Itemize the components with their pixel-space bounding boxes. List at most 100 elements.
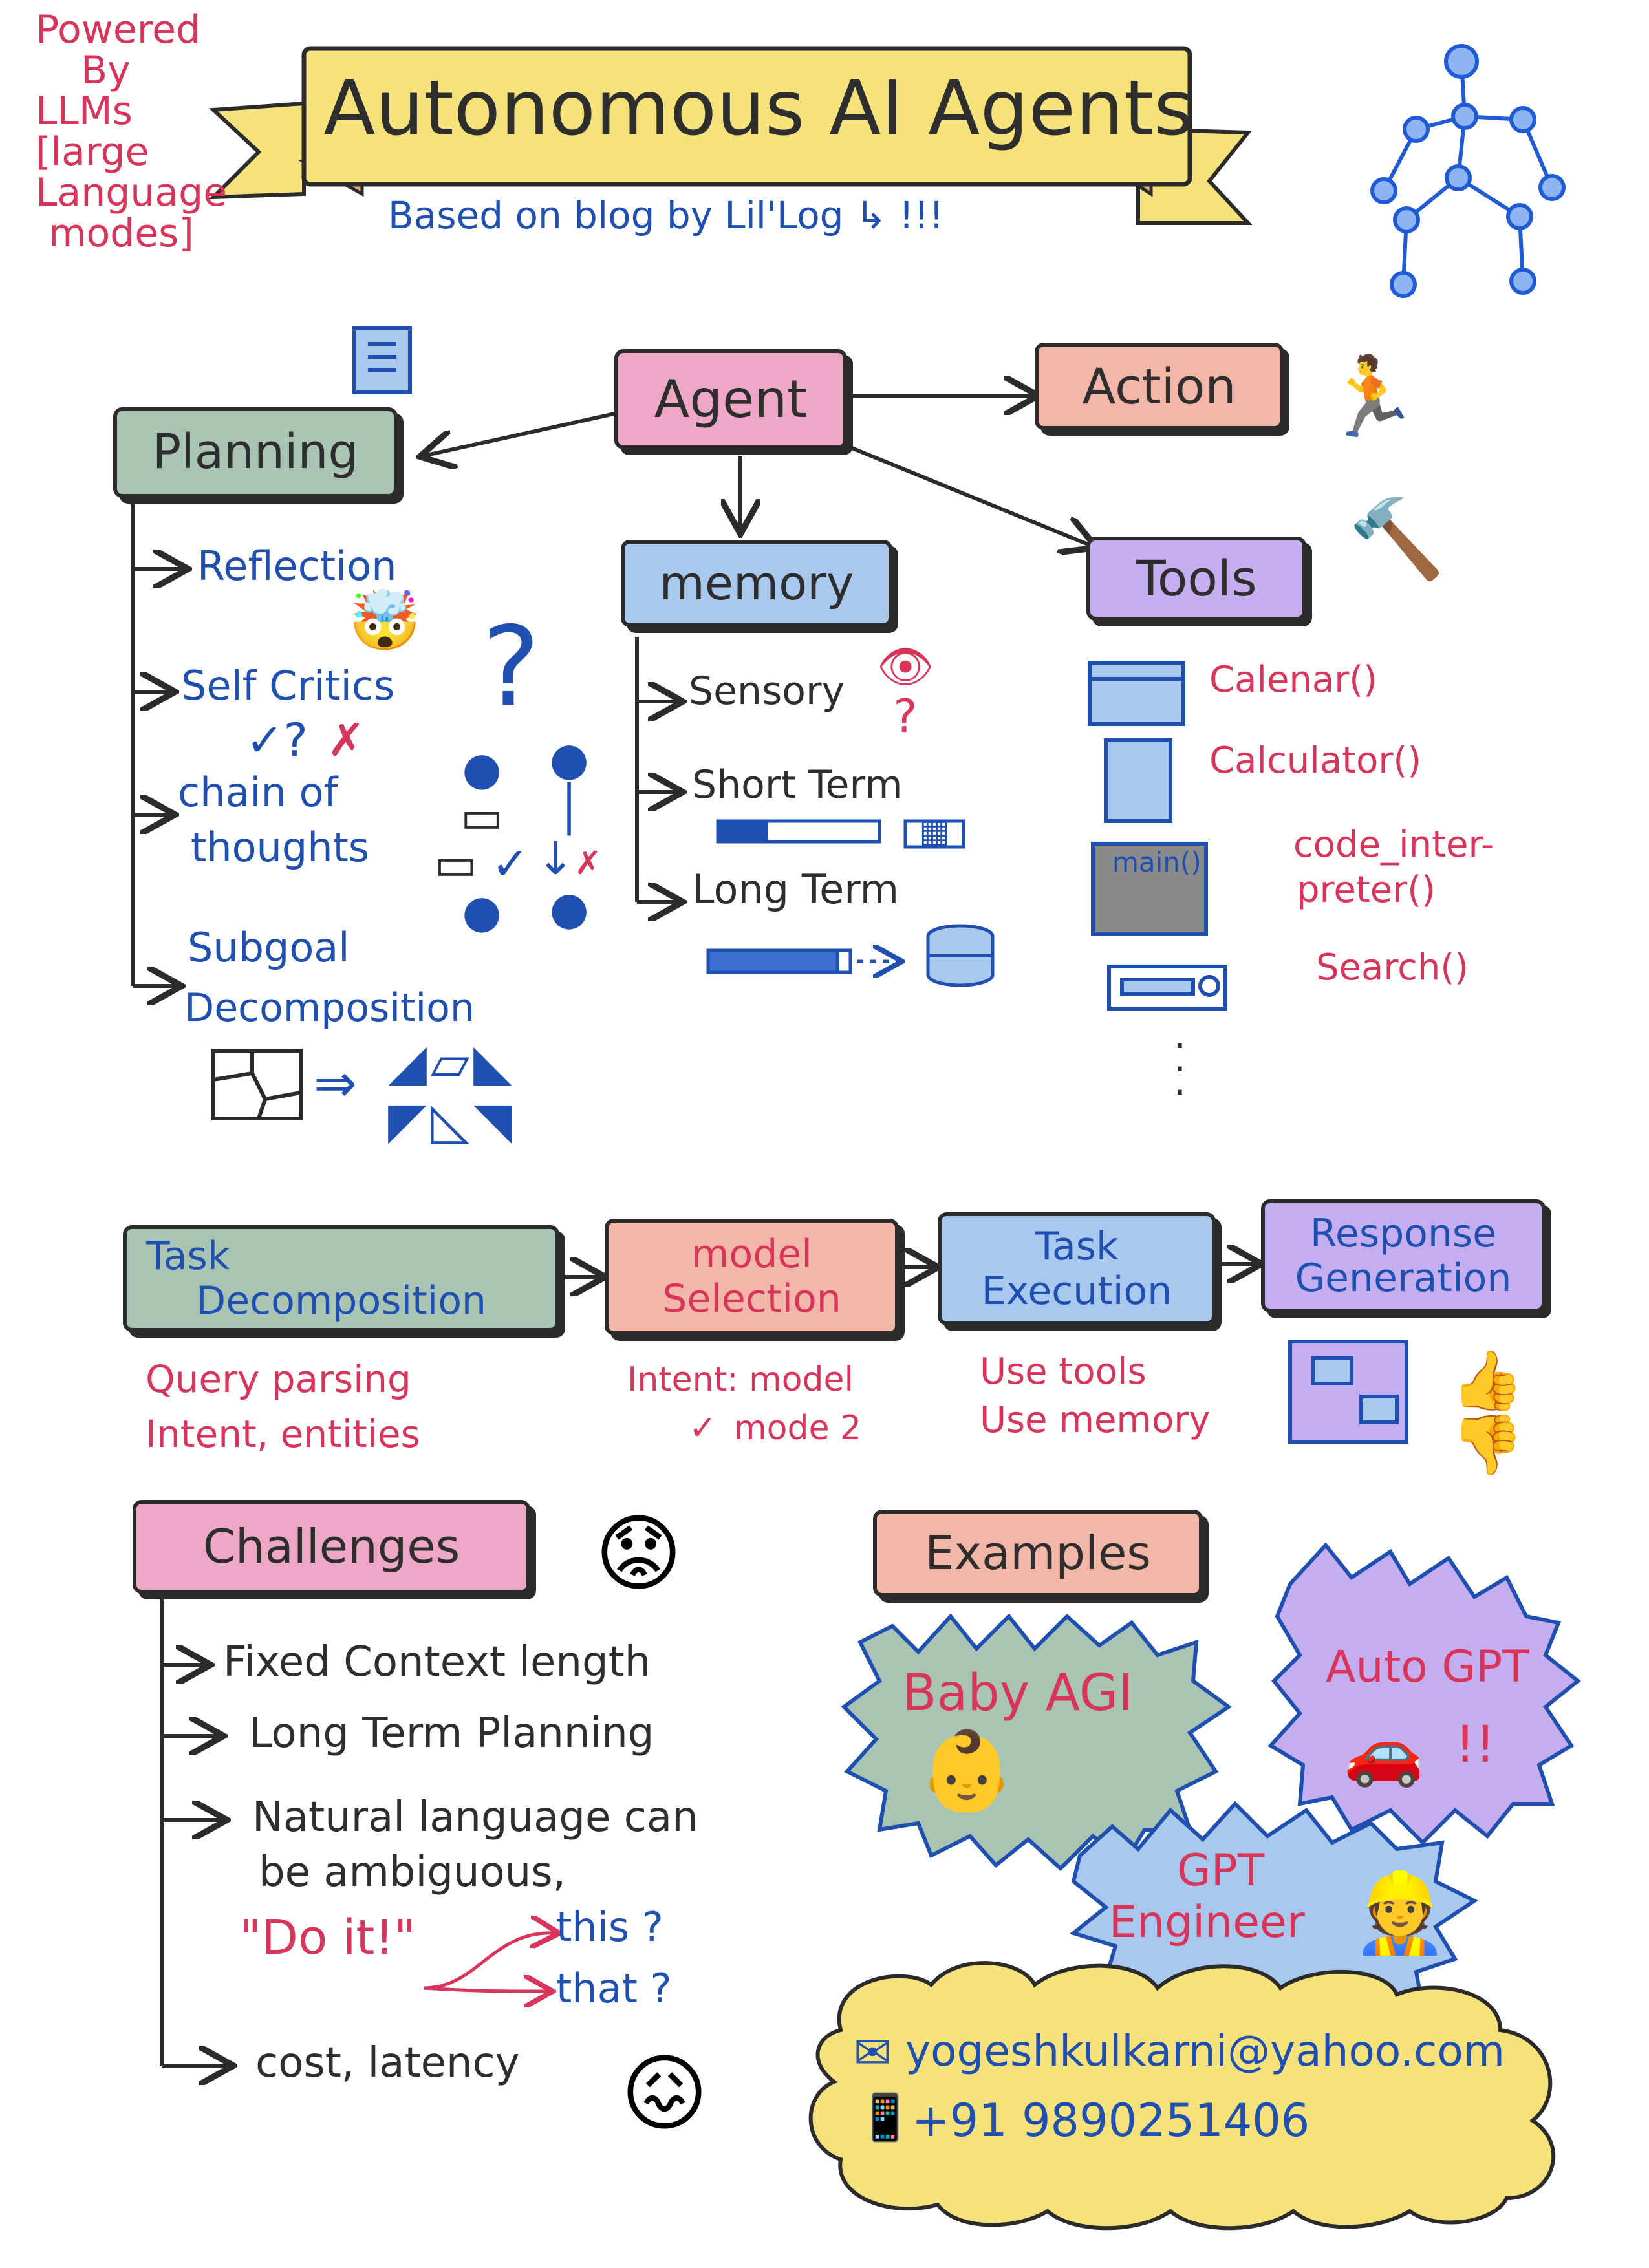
baby-face-icon: 👶 (918, 1726, 1015, 1816)
pipeline-note: Intent, entities (146, 1412, 420, 1456)
check-mark-icon: ✓ (689, 1409, 717, 1448)
planning-item: chain of (178, 769, 338, 816)
email-icon: ✉ (854, 2026, 892, 2079)
planning-item: Decomposition (184, 985, 475, 1031)
memory-label: memory (659, 556, 854, 611)
challenge-example-quote: "Do it!" (239, 1910, 416, 1965)
pipeline-step-line: Execution (981, 1268, 1172, 1314)
page-title: Autonomous AI Agents (323, 63, 1194, 153)
response-illustration (1288, 1340, 1408, 1444)
pipeline-step-line: Task (146, 1233, 230, 1279)
pipeline-note: Query parsing (146, 1357, 411, 1401)
flowchart-icon: ● ▭ ▭ ✓ ● (434, 742, 530, 938)
challenges-tree (160, 1597, 230, 2066)
pipeline-step-line: Generation (1295, 1255, 1512, 1301)
hardhat-face-icon: 👷 (1352, 1868, 1449, 1958)
tools-label: Tools (1136, 550, 1257, 608)
planning-item: thoughts (191, 824, 370, 871)
planning-item: Subgoal (188, 924, 350, 971)
memory-item: Short Term (692, 762, 903, 808)
powered-by-line: Language (36, 170, 228, 215)
pipeline-note: mode 2 (734, 1409, 862, 1448)
planning-label: Planning (152, 424, 359, 480)
action-node: Action (1035, 343, 1284, 430)
challenge-item: be ambiguous, (259, 1848, 566, 1896)
page-subtitle: Based on blog by Lil'Log ↳ !!! (388, 193, 944, 237)
chip-icon: ▦ (919, 812, 950, 850)
challenge-example-branch: this ? (556, 1903, 663, 1951)
do-it-branch-arrows (423, 1933, 556, 1991)
wrong-path-icon: ● │ ↓✗ ● (536, 733, 602, 935)
decomposition-graphic (211, 1049, 303, 1120)
pipeline-step-line: Decomposition (196, 1278, 486, 1323)
eye-ear-icon: 👁? (876, 640, 934, 743)
powered-by-line: Powered (36, 7, 201, 52)
agent-label: Agent (654, 369, 808, 429)
tool-icons (1088, 661, 1227, 1011)
example-exclaim: !! (1455, 1716, 1496, 1774)
code-icon-label: main() (1112, 846, 1202, 878)
planning-node: Planning (113, 407, 398, 498)
example-item: Baby AGI (902, 1664, 1134, 1722)
challenge-example-branch: that ? (556, 1965, 672, 2012)
pieces-icon: ◢▱◣ ◤◺◥ (388, 1034, 516, 1150)
hammer-sickle-icon: 🔨 (1348, 495, 1445, 584)
action-label: Action (1082, 357, 1236, 415)
challenge-item: cost, latency (255, 2039, 520, 2087)
powered-by-line: modes] (48, 211, 194, 256)
memory-item: Long Term (692, 866, 900, 913)
pipeline-step-model-selection: model Selection (605, 1219, 899, 1335)
document-icon (352, 326, 412, 394)
pipeline-step-task-decomposition: Task Decomposition (123, 1225, 559, 1332)
powered-by-line: LLMs (36, 89, 133, 134)
tools-node: Tools (1086, 537, 1306, 621)
powered-by-line: By (81, 48, 131, 93)
pipeline-step-line: model (691, 1232, 812, 1277)
contact-email: yogeshkulkarni@yahoo.com (905, 2026, 1505, 2076)
example-item: Engineer (1109, 1897, 1305, 1948)
sketchnote-page: Powered By LLMs [large Language modes] A… (0, 0, 1649, 2268)
challenge-item: Fixed Context length (223, 1638, 651, 1686)
planning-item: Reflection (197, 542, 397, 590)
tool-item: Search() (1316, 947, 1469, 989)
memory-item: Sensory (689, 669, 845, 714)
challenge-item: Long Term Planning (249, 1709, 654, 1757)
tool-item: preter() (1297, 869, 1436, 911)
thinking-face-icon: 🤯 (348, 586, 422, 655)
memory-tree (635, 637, 679, 902)
pipeline-step-task-execution: Task Execution (938, 1212, 1216, 1325)
agent-node: Agent (614, 349, 847, 449)
tool-item: Calenar() (1209, 659, 1377, 701)
pipeline-step-response-generation: Response Generation (1261, 1199, 1546, 1312)
challenge-item: Natural language can (252, 1793, 698, 1841)
challenges-node: Challenges (133, 1500, 530, 1594)
thumbs-icon: 👍 👎 (1450, 1347, 1524, 1479)
stick-figure-icon (1370, 44, 1566, 298)
examples-label: Examples (925, 1526, 1151, 1581)
question-mark-icon: ? (482, 603, 541, 731)
contact-phone: +91 9890251406 (912, 2094, 1310, 2147)
frustrated-face-icon: 😖 (620, 2044, 709, 2143)
pipeline-step-line: Response (1310, 1210, 1497, 1256)
planning-item: Self Critics (181, 662, 395, 709)
pipeline-step-line: Task (1035, 1223, 1119, 1269)
pipeline-step-line: Selection (662, 1276, 841, 1321)
planning-tree (131, 504, 184, 986)
car-icon: 🚗 (1343, 1714, 1425, 1790)
more-tools-ellipsis: · · · (1174, 1023, 1187, 1115)
memory-node: memory (621, 540, 892, 627)
pipeline-note: Use memory (980, 1399, 1211, 1441)
worried-face-icon: 😟 (594, 1504, 683, 1603)
pipeline-note: Intent: model (627, 1360, 854, 1399)
example-item: Auto GPT (1326, 1642, 1529, 1693)
decomposition-arrow-icon: ⇒ (314, 1053, 358, 1113)
running-person-icon: 🏃 (1322, 352, 1419, 442)
example-item: GPT (1177, 1845, 1265, 1896)
check-question-icon: ✓? ✗ (246, 714, 365, 767)
phone-icon: 📱 (857, 2091, 914, 2144)
powered-by-line: [large (36, 129, 149, 175)
database-icon (925, 918, 996, 989)
tool-item: code_inter- (1293, 824, 1494, 866)
examples-node: Examples (873, 1510, 1203, 1597)
tool-item: Calculator() (1209, 740, 1422, 782)
